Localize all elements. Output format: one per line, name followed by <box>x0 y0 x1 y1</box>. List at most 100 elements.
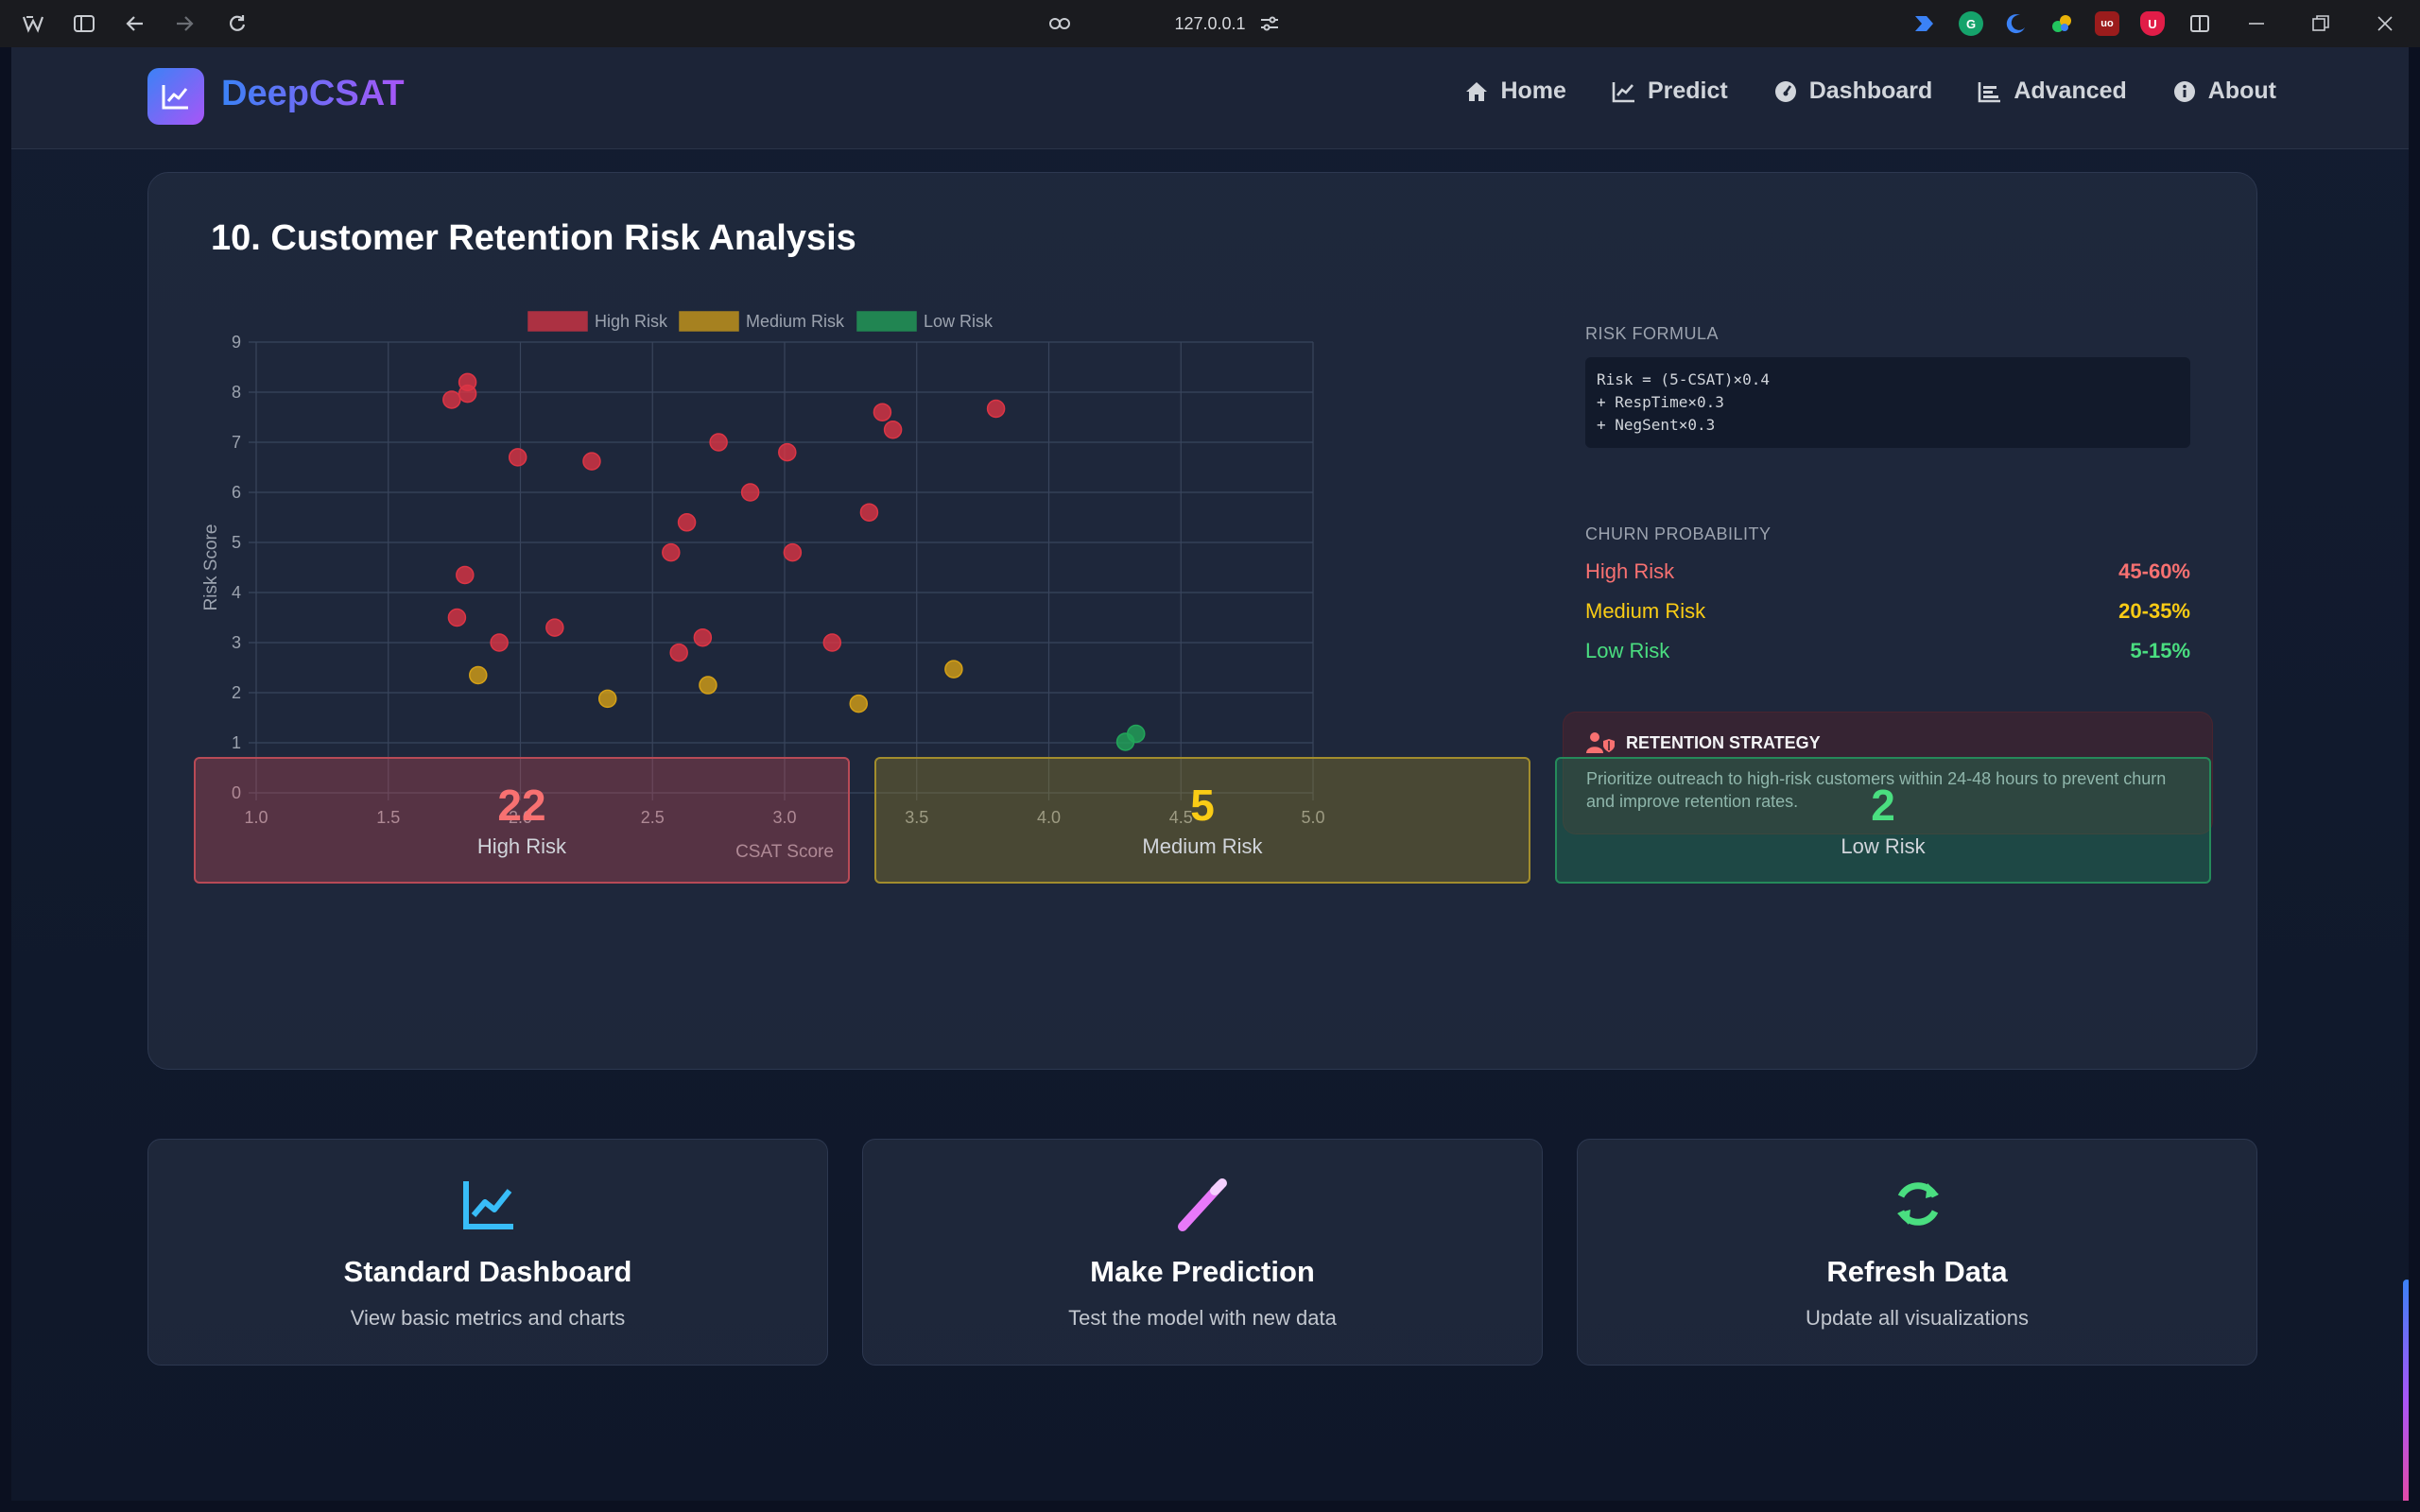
standard-dashboard-card[interactable]: Standard Dashboard View basic metrics an… <box>147 1139 828 1366</box>
top-navbar: DeepCSAT Home Predict Dashboard Advanced… <box>11 47 2409 149</box>
chart-line-icon <box>463 1181 513 1229</box>
browser-logo-icon[interactable] <box>17 8 49 40</box>
churn-row-value: 5-15% <box>2130 639 2190 662</box>
high-risk-count: 22 <box>497 781 546 830</box>
info-icon <box>2173 80 2195 102</box>
make-prediction-card[interactable]: Make Prediction Test the model with new … <box>862 1139 1543 1366</box>
strategy-title: RETENTION STRATEGY <box>1626 732 1821 752</box>
refresh-data-card[interactable]: Refresh Data Update all visualizations <box>1577 1139 2257 1366</box>
data-point <box>859 503 879 522</box>
data-point <box>699 676 717 695</box>
reload-icon[interactable] <box>221 8 253 40</box>
data-point <box>490 633 509 652</box>
nav-about-label: About <box>2207 77 2276 104</box>
data-point <box>582 452 601 471</box>
nav-dashboard[interactable]: Dashboard <box>1773 77 1933 105</box>
nav-dashboard-label: Dashboard <box>1808 77 1933 104</box>
user-shield-icon <box>1586 732 1615 753</box>
risk-formula-label: RISK FORMULA <box>1585 324 1720 343</box>
nav-home[interactable]: Home <box>1464 77 1566 105</box>
back-icon[interactable] <box>119 8 151 40</box>
data-point <box>822 633 842 652</box>
split-view-icon[interactable] <box>2184 8 2216 40</box>
nav-advanced-label: Advanced <box>2014 77 2127 104</box>
data-point <box>662 542 681 562</box>
legend-label: Medium Risk <box>746 312 845 331</box>
churn-row-medium: Medium Risk 20-35% <box>1585 599 2190 624</box>
colorful-extension-icon[interactable] <box>2049 11 2074 36</box>
restore-icon[interactable] <box>2305 8 2337 40</box>
medium-risk-card: 5 Medium Risk <box>874 757 1530 884</box>
shield-extension-icon[interactable]: U <box>2140 11 2165 36</box>
chart-line-icon <box>1612 81 1634 102</box>
extension-arrow-icon[interactable] <box>1911 11 1936 36</box>
data-point <box>458 384 477 404</box>
nav-advanced[interactable]: Advanced <box>1978 77 2127 105</box>
ublock-icon[interactable]: uo <box>2095 11 2119 36</box>
refresh-icon <box>1897 1182 1939 1226</box>
data-point <box>1126 724 1146 744</box>
data-point <box>849 694 869 713</box>
data-point <box>456 565 475 585</box>
moon-icon[interactable] <box>2004 11 2029 36</box>
low-risk-count: 2 <box>1871 781 1895 830</box>
nav-predict[interactable]: Predict <box>1612 77 1728 105</box>
action-subtitle: View basic metrics and charts <box>350 1306 626 1330</box>
page-scrollbar[interactable] <box>2403 1280 2409 1501</box>
legend-label: High Risk <box>595 312 668 331</box>
data-point <box>944 660 963 679</box>
churn-row-label: Medium Risk <box>1585 599 1706 623</box>
y-tick-label: 6 <box>232 483 241 502</box>
grammarly-icon[interactable]: G <box>1959 11 1983 36</box>
low-risk-label: Low Risk <box>1841 834 1926 858</box>
minimize-icon[interactable] <box>2240 8 2273 40</box>
data-point <box>693 627 713 647</box>
brand-name[interactable]: DeepCSAT <box>221 74 405 114</box>
data-point <box>447 608 467 627</box>
data-point <box>669 643 688 662</box>
formula-line: + NegSent×0.3 <box>1597 416 1716 434</box>
data-point <box>709 433 728 452</box>
medium-risk-count: 5 <box>1190 781 1215 830</box>
site-settings-icon[interactable] <box>1253 8 1286 40</box>
churn-row-label: High Risk <box>1585 559 1675 583</box>
legend-label: Low Risk <box>924 312 994 331</box>
legend-swatch <box>527 311 588 332</box>
data-point <box>545 618 564 637</box>
strategy-header: RETENTION STRATEGY <box>1586 731 2189 754</box>
nav-about[interactable]: About <box>2172 77 2276 105</box>
legend-swatch <box>679 311 739 332</box>
section-title: 10. Customer Retention Risk Analysis <box>211 218 856 258</box>
high-risk-label: High Risk <box>476 834 567 858</box>
link-icon[interactable] <box>1044 8 1076 40</box>
churn-label: CHURN PROBABILITY <box>1585 524 1772 543</box>
close-icon[interactable] <box>2369 8 2401 40</box>
y-tick-label: 3 <box>232 633 241 652</box>
forward-icon[interactable] <box>168 8 200 40</box>
data-point <box>986 399 1006 419</box>
retention-risk-panel: 10. Customer Retention Risk Analysis 1.0… <box>147 172 2257 1070</box>
browser-toolbar: 127.0.0.1 G uo U <box>0 0 2420 47</box>
page-viewport: DeepCSAT Home Predict Dashboard Advanced… <box>11 47 2409 1501</box>
y-tick-label: 1 <box>232 733 241 752</box>
y-tick-label: 9 <box>232 333 241 352</box>
y-tick-label: 7 <box>232 433 241 452</box>
brand-logo[interactable] <box>147 68 204 125</box>
data-point <box>778 442 797 462</box>
action-subtitle: Update all visualizations <box>1805 1306 2030 1330</box>
sidebar-toggle-icon[interactable] <box>68 8 100 40</box>
formula-line: Risk = (5-CSAT)×0.4 <box>1597 370 1771 388</box>
legend-swatch <box>856 311 917 332</box>
medium-risk-label: Medium Risk <box>1142 834 1263 858</box>
chart-line-icon <box>162 85 188 110</box>
nav-predict-label: Predict <box>1647 77 1728 104</box>
risk-formula-box: RISK FORMULA Risk = (5-CSAT)×0.4 + RespTi… <box>1585 324 2190 448</box>
y-tick-label: 5 <box>232 533 241 552</box>
churn-row-low: Low Risk 5-15% <box>1585 639 2190 663</box>
chart-bar-icon <box>1979 81 2001 102</box>
data-point <box>469 665 488 685</box>
nav-home-label: Home <box>1500 77 1566 104</box>
data-point <box>597 689 617 709</box>
low-risk-card: 2 Low Risk <box>1555 757 2211 884</box>
gauge-icon <box>1774 80 1796 102</box>
